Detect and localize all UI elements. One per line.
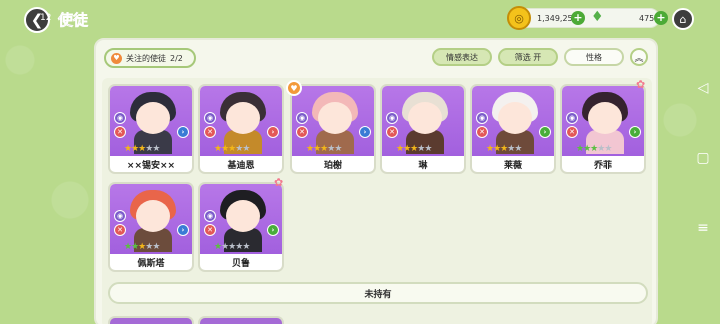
arrow-icon: › bbox=[267, 126, 279, 138]
nav-back-icon[interactable]: ◁ bbox=[694, 80, 712, 150]
class-icon: ✕ bbox=[566, 126, 578, 138]
element-icon: ◉ bbox=[386, 112, 398, 124]
nav-home-icon[interactable]: ▢ bbox=[694, 150, 712, 220]
star-rating: ★★★★★ bbox=[214, 144, 250, 154]
personality-button[interactable]: 性格 bbox=[564, 48, 624, 66]
portrait-face bbox=[136, 102, 170, 134]
character-card[interactable]: ◉ ✕ › ★★★★★ ××锡安×× bbox=[108, 84, 194, 174]
character-card[interactable]: ◉ ✕ › ★★★★★ 珀榭 bbox=[290, 84, 376, 174]
arrow-icon: › bbox=[267, 224, 279, 236]
not-owned-section-header[interactable]: 未持有 bbox=[108, 282, 648, 304]
top-bar: ❮ 12 使徒 ◎ 1,349,254 + ♦ 475 + ⌂ bbox=[0, 0, 720, 36]
portrait-face bbox=[226, 200, 260, 232]
follow-filter-chip[interactable]: ♥ 关注的使徒 2/2 bbox=[104, 48, 196, 68]
star-icon: ★ bbox=[152, 144, 160, 154]
gem-icon: ♦ bbox=[591, 9, 604, 25]
coin-icon: ◎ bbox=[507, 6, 531, 30]
class-icon: ✕ bbox=[386, 126, 398, 138]
unowned-card[interactable] bbox=[198, 316, 284, 324]
collapse-button[interactable]: ︽ bbox=[630, 48, 648, 66]
star-icon: ★ bbox=[242, 144, 250, 154]
home-icon: ⌂ bbox=[679, 12, 687, 26]
double-chevron-up-icon: ︽ bbox=[634, 53, 644, 64]
element-icon: ◉ bbox=[566, 112, 578, 124]
character-card[interactable]: ◉ ✕ ★★★★★ 琳 bbox=[380, 84, 466, 174]
star-icon: ★ bbox=[604, 144, 612, 154]
heart-icon: ♥ bbox=[111, 52, 122, 64]
star-icon: ★ bbox=[242, 242, 250, 252]
character-name: 基迪恩 bbox=[227, 161, 255, 171]
arrow-icon: › bbox=[629, 126, 641, 138]
element-icon: ◉ bbox=[204, 112, 216, 124]
collection-panel: ♥ 关注的使徒 2/2 情感表达 筛选 开 性格 ︽ ◉ ✕ › ★★★★★ ××锡安×… bbox=[94, 38, 658, 324]
emotion-button[interactable]: 情感表达 bbox=[432, 48, 492, 66]
portrait-face bbox=[136, 200, 170, 232]
status-time: 12 bbox=[40, 13, 52, 23]
portrait-face bbox=[588, 102, 622, 134]
element-icon: ◉ bbox=[296, 112, 308, 124]
star-icon: ★ bbox=[334, 144, 342, 154]
arrow-icon: › bbox=[359, 126, 371, 138]
arrow-icon: › bbox=[539, 126, 551, 138]
character-name: 莱薇 bbox=[503, 161, 522, 171]
character-name: ××锡安×× bbox=[126, 161, 176, 171]
character-card[interactable]: ◉ ✕ › ★★★★★ 莱薇 bbox=[470, 84, 556, 174]
star-icon: ★ bbox=[514, 144, 522, 154]
add-coins-button[interactable]: + bbox=[571, 11, 585, 25]
class-icon: ✕ bbox=[204, 224, 216, 236]
follow-count: 2/2 bbox=[170, 53, 183, 63]
star-icon: ★ bbox=[152, 242, 160, 252]
star-rating: ★★★★★ bbox=[396, 144, 432, 154]
favorite-heart-icon: ♥ bbox=[286, 80, 302, 96]
add-gems-button[interactable]: + bbox=[654, 11, 668, 25]
currency-bar: ◎ 1,349,254 + ♦ 475 + bbox=[507, 6, 668, 30]
character-name: 琳 bbox=[418, 161, 428, 171]
nav-menu-icon[interactable]: ≡ bbox=[694, 220, 712, 290]
star-rating: ★★★★★ bbox=[124, 144, 160, 154]
gem-amount: 475 bbox=[639, 14, 655, 23]
star-rating: ★★★★★ bbox=[486, 144, 522, 154]
star-rating: ★★★★★ bbox=[124, 242, 160, 252]
character-card[interactable]: ◉ ✕ › ★★★★★ 乔菲 bbox=[560, 84, 646, 174]
element-icon: ◉ bbox=[204, 210, 216, 222]
character-card[interactable]: ◉ ✕ › ★★★★★ 基迪恩 bbox=[198, 84, 284, 174]
home-button[interactable]: ⌂ bbox=[672, 8, 694, 30]
character-name: 佩斯塔 bbox=[137, 259, 165, 269]
class-icon: ✕ bbox=[296, 126, 308, 138]
character-name: 珀榭 bbox=[323, 161, 342, 171]
star-rating: ★★★★★ bbox=[576, 144, 612, 154]
star-rating: ★★★★★ bbox=[306, 144, 342, 154]
arrow-icon: › bbox=[177, 126, 189, 138]
portrait-face bbox=[408, 102, 442, 134]
element-icon: ◉ bbox=[476, 112, 488, 124]
portrait-face bbox=[318, 102, 352, 134]
class-icon: ✕ bbox=[114, 224, 126, 236]
arrow-icon: › bbox=[177, 224, 189, 236]
flower-icon: ✿ bbox=[636, 78, 646, 91]
system-nav: ◁ ▢ ≡ bbox=[694, 80, 712, 290]
star-icon: ★ bbox=[424, 144, 432, 154]
character-card[interactable]: ◉ ✕ › ★★★★★ 佩斯塔 bbox=[108, 182, 194, 272]
filter-button[interactable]: 筛选 开 bbox=[498, 48, 558, 66]
element-icon: ◉ bbox=[114, 210, 126, 222]
class-icon: ✕ bbox=[204, 126, 216, 138]
follow-label: 关注的使徒 bbox=[126, 53, 166, 63]
character-name: 乔菲 bbox=[593, 161, 612, 171]
portrait-face bbox=[226, 102, 260, 134]
character-name: 贝鲁 bbox=[231, 259, 250, 269]
character-card[interactable]: ◉ ✕ › ★★★★★ 贝鲁 bbox=[198, 182, 284, 272]
class-icon: ✕ bbox=[476, 126, 488, 138]
star-rating: ★★★★★ bbox=[214, 242, 250, 252]
portrait-face bbox=[498, 102, 532, 134]
element-icon: ◉ bbox=[114, 112, 126, 124]
flower-icon: ✿ bbox=[274, 176, 284, 189]
unowned-card[interactable] bbox=[108, 316, 194, 324]
class-icon: ✕ bbox=[114, 126, 126, 138]
page-title: 使徒 bbox=[58, 11, 89, 30]
